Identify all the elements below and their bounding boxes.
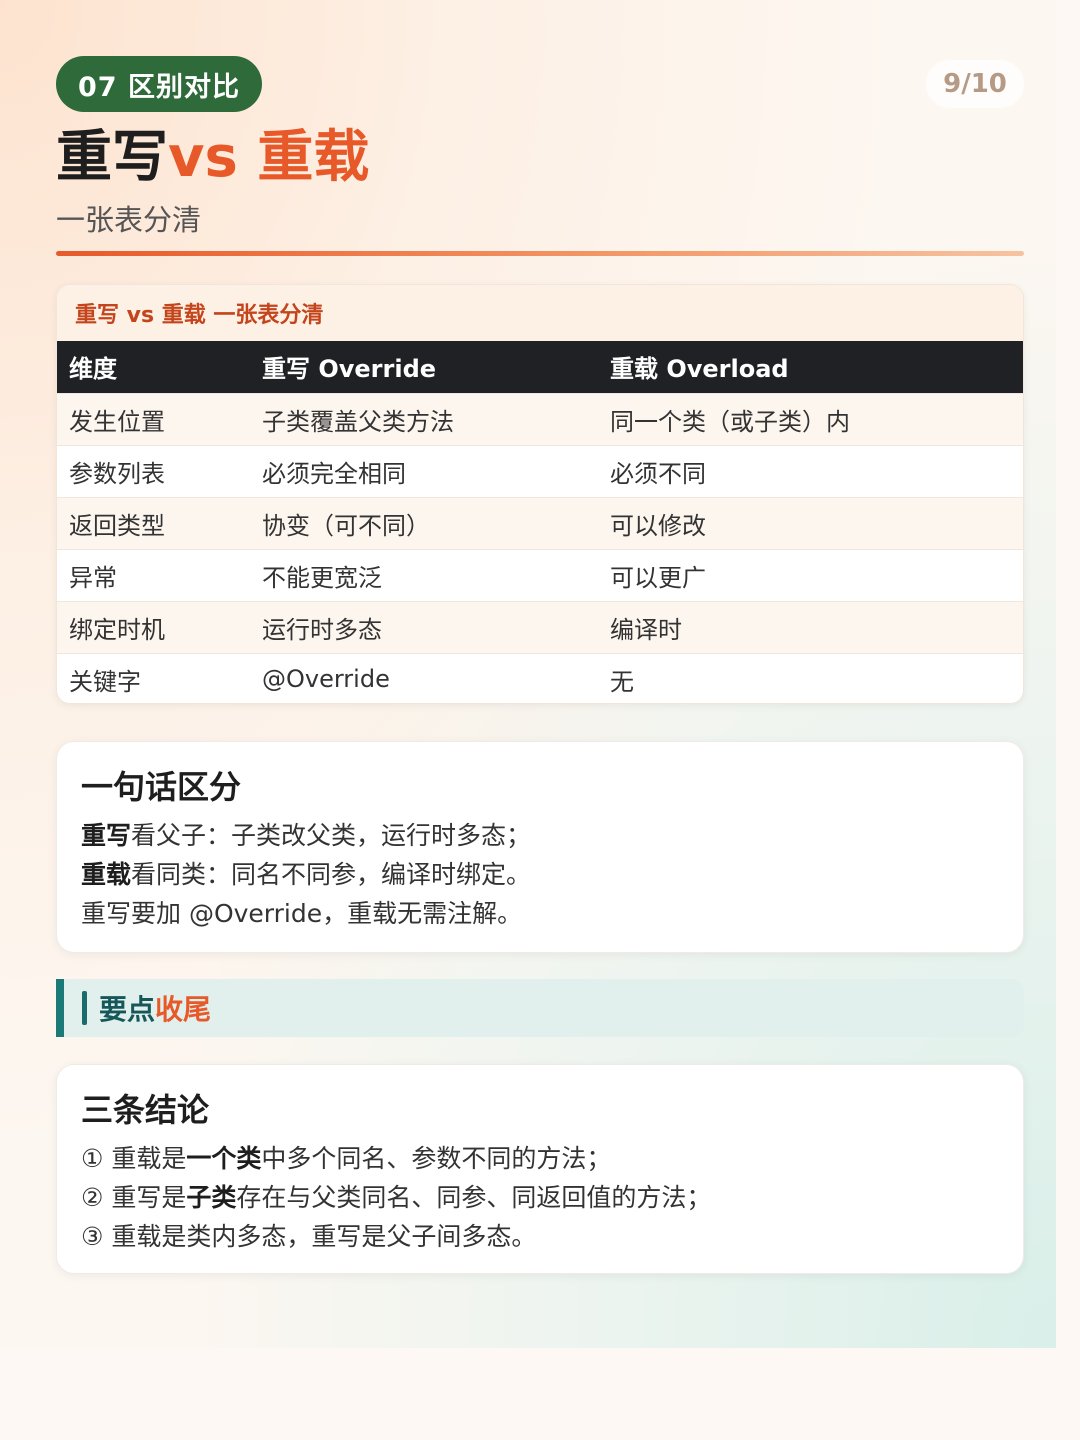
section-header: 要点 收尾 bbox=[56, 979, 1024, 1037]
table-cell: 关键字 bbox=[57, 652, 250, 703]
summary-line-1-keyword: 重写 bbox=[81, 821, 132, 850]
summary-title: 一句话区分 bbox=[81, 768, 242, 806]
page-indicator: 9/10 bbox=[926, 60, 1024, 108]
summary-line-1: 重写看父子：子类改父类，运行时多态； bbox=[81, 816, 999, 855]
chapter-badge: 07 区别对比 bbox=[56, 56, 262, 112]
conclusion-item-2-pre: ② 重写是 bbox=[81, 1183, 187, 1212]
table-row: 异常 不能更宽泛 可以更广 bbox=[57, 548, 1023, 601]
table-cell: 返回类型 bbox=[57, 496, 250, 549]
table-cell: 编译时 bbox=[598, 600, 1023, 653]
title-divider bbox=[56, 251, 1024, 256]
table-cell: 异常 bbox=[57, 548, 250, 601]
summary-card: 一句话区分 重写看父子：子类改父类，运行时多态； 重载看同类：同名不同参，编译时… bbox=[56, 741, 1024, 953]
table-cell: 可以更广 bbox=[598, 548, 1023, 601]
page-title: 重写vs 重载 bbox=[56, 122, 369, 194]
table-cell: 不能更宽泛 bbox=[250, 548, 598, 601]
section-label-part2: 收尾 bbox=[155, 993, 212, 1026]
table-cell: 子类覆盖父类方法 bbox=[250, 392, 598, 445]
summary-line-3: 重写要加 @Override，重载无需注解。 bbox=[81, 899, 523, 928]
table-cell: 协变（可不同） bbox=[250, 496, 598, 549]
table-cell: 运行时多态 bbox=[250, 600, 598, 653]
table-row: 参数列表 必须完全相同 必须不同 bbox=[57, 444, 1023, 497]
section-label-part1: 要点 bbox=[99, 993, 156, 1026]
comparison-table: 维度 重写 Override 重载 Overload 发生位置 子类覆盖父类方法… bbox=[57, 341, 1023, 703]
comparison-table-card: 重写 vs 重载 一张表分清 维度 重写 Override 重载 Overloa… bbox=[56, 284, 1024, 704]
summary-line-2-keyword: 重载 bbox=[81, 860, 132, 889]
page-subtitle: 一张表分清 bbox=[56, 203, 202, 237]
table-row: 绑定时机 运行时多态 编译时 bbox=[57, 600, 1023, 653]
table-cell: 发生位置 bbox=[57, 392, 250, 445]
table-row: 关键字 @Override 无 bbox=[57, 652, 1023, 703]
conclusion-item-1-post: 中多个同名、参数不同的方法； bbox=[261, 1144, 612, 1173]
table-cell: 无 bbox=[598, 652, 1023, 703]
table-cell: 参数列表 bbox=[57, 444, 250, 497]
conclusion-title: 三条结论 bbox=[81, 1091, 210, 1129]
conclusion-item-1: ① 重载是一个类中多个同名、参数不同的方法； bbox=[81, 1139, 999, 1178]
table-header-row: 维度 重写 Override 重载 Overload bbox=[57, 341, 1023, 393]
table-caption: 重写 vs 重载 一张表分清 bbox=[57, 285, 1023, 341]
conclusion-item-2-keyword: 子类 bbox=[186, 1183, 237, 1212]
conclusion-item-1-pre: ① 重载是 bbox=[81, 1144, 187, 1173]
table-row: 返回类型 协变（可不同） 可以修改 bbox=[57, 496, 1023, 549]
section-marker bbox=[82, 991, 87, 1025]
conclusion-item-2-post: 存在与父类同名、同参、同返回值的方法； bbox=[236, 1183, 712, 1212]
conclusion-card: 三条结论 ① 重载是一个类中多个同名、参数不同的方法； ② 重写是子类存在与父类… bbox=[56, 1064, 1024, 1274]
conclusion-item-2: ② 重写是子类存在与父类同名、同参、同返回值的方法； bbox=[81, 1178, 999, 1217]
conclusion-item-3: ③ 重载是类内多态，重写是父子间多态。 bbox=[81, 1222, 537, 1251]
summary-line-1-text: 看父子：子类改父类，运行时多态； bbox=[131, 821, 532, 850]
table-cell: 必须完全相同 bbox=[250, 444, 598, 497]
header-dimension: 维度 bbox=[57, 341, 250, 393]
header-overload: 重载 Overload bbox=[598, 341, 1023, 393]
header-override: 重写 Override bbox=[250, 341, 598, 393]
table-row: 发生位置 子类覆盖父类方法 同一个类（或子类）内 bbox=[57, 392, 1023, 445]
title-part-override: 重写 bbox=[56, 125, 168, 190]
summary-line-2-text: 看同类：同名不同参，编译时绑定。 bbox=[131, 860, 532, 889]
conclusion-item-1-keyword: 一个类 bbox=[186, 1144, 262, 1173]
table-cell: 可以修改 bbox=[598, 496, 1023, 549]
table-cell: @Override bbox=[250, 652, 598, 703]
summary-line-2: 重载看同类：同名不同参，编译时绑定。 bbox=[81, 855, 999, 894]
slide: 07 区别对比 9/10 重写vs 重载 一张表分清 重写 vs 重载 一张表分… bbox=[0, 0, 1080, 1440]
title-part-overload: vs 重载 bbox=[168, 125, 370, 190]
table-cell: 同一个类（或子类）内 bbox=[598, 392, 1023, 445]
table-cell: 必须不同 bbox=[598, 444, 1023, 497]
table-cell: 绑定时机 bbox=[57, 600, 250, 653]
